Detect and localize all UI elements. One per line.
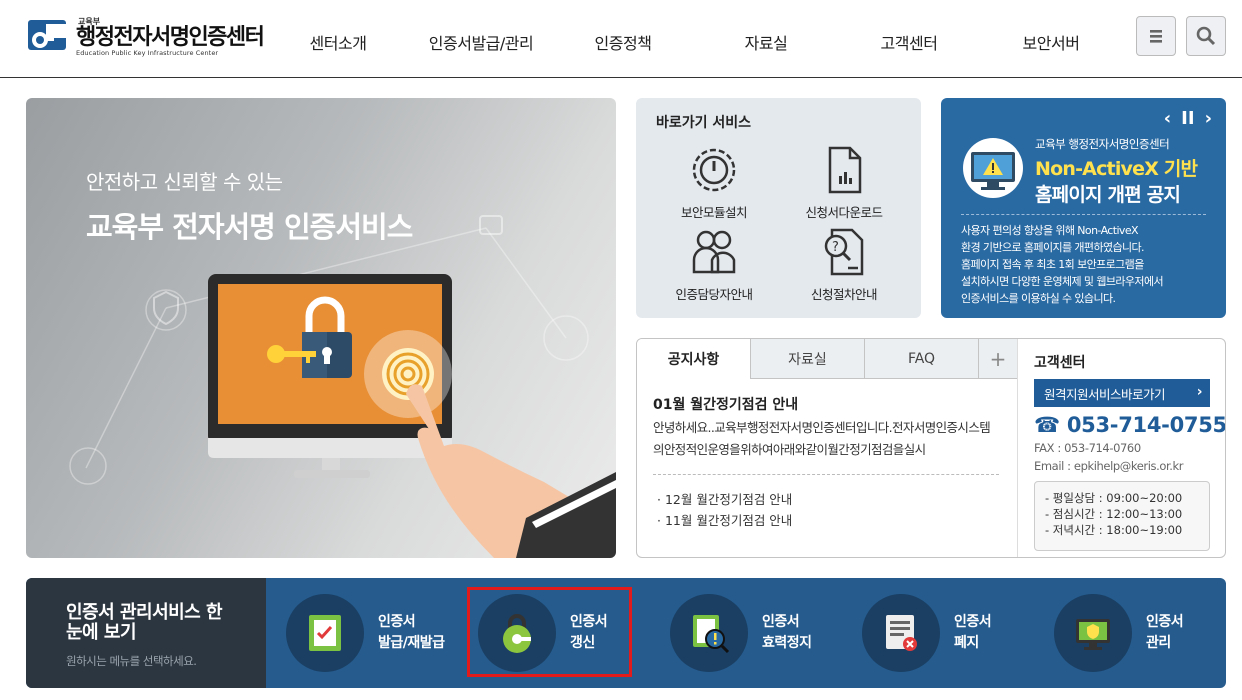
service-manage[interactable]: 인증서관리 xyxy=(1054,592,1184,674)
notice-divider xyxy=(653,474,999,475)
banner-body-line: 환경 기반으로 홈페이지를 개편하였습니다. xyxy=(961,241,1145,254)
quick-staff-guide[interactable]: 인증담당자안내 xyxy=(654,226,774,303)
service-label: 폐지 xyxy=(954,635,979,651)
hamburger-icon xyxy=(1150,30,1162,43)
list-item[interactable]: · 12월 월간정기점검 안내 xyxy=(657,489,792,510)
monitor-warning-icon xyxy=(963,138,1023,198)
gear-power-icon xyxy=(692,148,736,192)
banner-title-2: 홈페이지 개편 공지 xyxy=(1035,184,1181,206)
customer-center-title: 고객센터 xyxy=(1034,355,1086,371)
support-email: Email : epkihelp@keris.or.kr xyxy=(1034,459,1184,473)
prev-arrow-icon[interactable]: ‹ xyxy=(1164,108,1171,129)
business-hours: - 평일상담 : 09:00~20:00 - 점심시간 : 12:00~13:0… xyxy=(1034,481,1210,551)
service-label: 인증서 xyxy=(762,614,800,630)
tab-faq[interactable]: FAQ xyxy=(865,339,979,379)
service-label: 관리 xyxy=(1146,635,1171,651)
quick-label: 인증담당자안내 xyxy=(675,287,753,302)
monitor-shield-icon xyxy=(1054,594,1132,672)
quick-label: 신청서다운로드 xyxy=(805,205,883,220)
menu-button[interactable] xyxy=(1136,16,1176,56)
search-button[interactable] xyxy=(1186,16,1226,56)
quick-label: 신청절차안내 xyxy=(810,287,878,302)
banner-body: 사용자 편의성 향상을 위해 Non-ActiveX 환경 기반으로 홈페이지를… xyxy=(961,222,1211,307)
service-suspend[interactable]: 인증서효력정지 xyxy=(670,592,812,674)
remote-support-label: 원격지원서비스바로가기 xyxy=(1044,386,1166,402)
banner-org: 교육부 행정전자서명인증센터 xyxy=(1035,137,1170,151)
banner-body-line: 홈페이지 접속 후 최초 1회 보안프로그램을 xyxy=(961,258,1144,271)
main-nav: 센터소개 인증서발급/관리 인증정책 자료실 고객센터 보안서버 xyxy=(0,30,1242,54)
selection-highlight-box xyxy=(467,587,632,677)
phone-number: ☎ 053-714-0755 xyxy=(1034,413,1226,437)
tab-library[interactable]: 자료실 xyxy=(751,339,865,379)
service-revoke[interactable]: 인증서폐지 xyxy=(862,592,992,674)
next-arrow-icon[interactable]: › xyxy=(1205,108,1212,129)
service-label: 효력정지 xyxy=(762,635,812,651)
banner-body-line: 사용자 편의성 향상을 위해 Non-ActiveX xyxy=(961,224,1139,237)
banner-divider xyxy=(961,214,1206,215)
pause-icon[interactable]: II xyxy=(1181,108,1194,129)
remote-support-button[interactable]: 원격지원서비스바로가기 › xyxy=(1034,379,1210,407)
service-label: 인증서 xyxy=(954,614,992,630)
nav-cert-issue[interactable]: 인증서발급/관리 xyxy=(429,30,534,54)
fax-number: FAX : 053-714-0760 xyxy=(1034,441,1141,455)
service-label: 발급/재발급 xyxy=(378,635,445,651)
certificate-suspend-icon xyxy=(670,594,748,672)
cert-services-intro: 인증서 관리서비스 한눈에 보기 원하시는 메뉴를 선택하세요. xyxy=(26,578,266,688)
chevron-right-icon: › xyxy=(1196,384,1203,400)
nav-library[interactable]: 자료실 xyxy=(745,30,788,54)
cert-services-title: 인증서 관리서비스 한눈에 보기 xyxy=(66,602,223,643)
board-panel: 공지사항 자료실 FAQ + 01월 월간정기점검 안내 안녕하세요..교육부행… xyxy=(636,338,1226,558)
hero-banner: 안전하고 신뢰할 수 있는 교육부 전자서명 인증서비스 xyxy=(26,98,616,558)
service-label: 인증서 xyxy=(378,614,416,630)
tab-notice[interactable]: 공지사항 xyxy=(637,339,751,379)
nav-security-server[interactable]: 보안서버 xyxy=(1023,30,1080,54)
certificate-issue-icon xyxy=(286,594,364,672)
banner-controls: ‹ II › xyxy=(1164,108,1212,129)
hero-title: 교육부 전자서명 인증서비스 xyxy=(86,210,413,244)
hours-item: - 저녁시간 : 18:00~19:00 xyxy=(1045,523,1183,537)
quick-services-title: 바로가기 서비스 xyxy=(656,115,752,131)
banner-body-line: 인증서비스를 이용하실 수 있습니다. xyxy=(961,292,1116,305)
hours-item: - 점심시간 : 12:00~13:00 xyxy=(1045,507,1183,521)
notice-excerpt[interactable]: 안녕하세요..교육부행정전자서명인증센터입니다.전자서명인증시스템의안정적인운영… xyxy=(653,417,999,461)
quick-services-panel: 바로가기 서비스 보안모듈설치 신청서다운로드 인증담당자안내 ? 신청절차안내 xyxy=(636,98,921,318)
svg-text:?: ? xyxy=(832,240,839,255)
quick-security-module[interactable]: 보안모듈설치 xyxy=(654,144,774,221)
notice-headline[interactable]: 01월 월간정기점검 안내 xyxy=(653,394,798,414)
board-tabs: 공지사항 자료실 FAQ + xyxy=(637,339,1017,379)
document-question-icon: ? xyxy=(824,228,864,276)
hours-item: - 평일상담 : 09:00~20:00 xyxy=(1045,491,1183,505)
customer-center-panel: 고객센터 원격지원서비스바로가기 › ☎ 053-714-0755 FAX : … xyxy=(1017,339,1226,557)
users-icon xyxy=(692,230,736,274)
service-label: 인증서 xyxy=(1146,614,1184,630)
document-chart-icon xyxy=(828,146,862,194)
cert-services-subtitle: 원하시는 메뉴를 선택하세요. xyxy=(66,654,197,668)
quick-label: 보안모듈설치 xyxy=(680,205,748,220)
nav-customer-center[interactable]: 고객센터 xyxy=(881,30,938,54)
site-header: 교육부 행정전자서명인증센터 Education Public Key Infr… xyxy=(0,0,1242,78)
nav-cert-policy[interactable]: 인증정책 xyxy=(595,30,652,54)
search-icon xyxy=(1196,26,1216,46)
non-activex-notice-banner[interactable]: ‹ II › 교육부 행정전자서명인증센터 Non-ActiveX 기반 홈페이… xyxy=(941,98,1226,318)
banner-title-1: Non-ActiveX 기반 xyxy=(1035,158,1198,180)
service-issue-reissue[interactable]: 인증서발급/재발급 xyxy=(286,592,445,674)
hero-subtitle: 안전하고 신뢰할 수 있는 xyxy=(86,170,283,194)
list-item[interactable]: · 11월 월간정기점검 안내 xyxy=(657,510,792,531)
notice-list: · 12월 월간정기점검 안내 · 11월 월간정기점검 안내 xyxy=(657,489,792,531)
banner-body-line: 설치하시면 다양한 운영체제 및 웹브라우저에서 xyxy=(961,275,1164,288)
more-plus-icon[interactable]: + xyxy=(979,339,1017,379)
certificate-revoke-icon xyxy=(862,594,940,672)
quick-form-download[interactable]: 신청서다운로드 xyxy=(784,144,904,221)
quick-procedure-guide[interactable]: ? 신청절차안내 xyxy=(784,226,904,303)
nav-center-intro[interactable]: 센터소개 xyxy=(310,30,367,54)
